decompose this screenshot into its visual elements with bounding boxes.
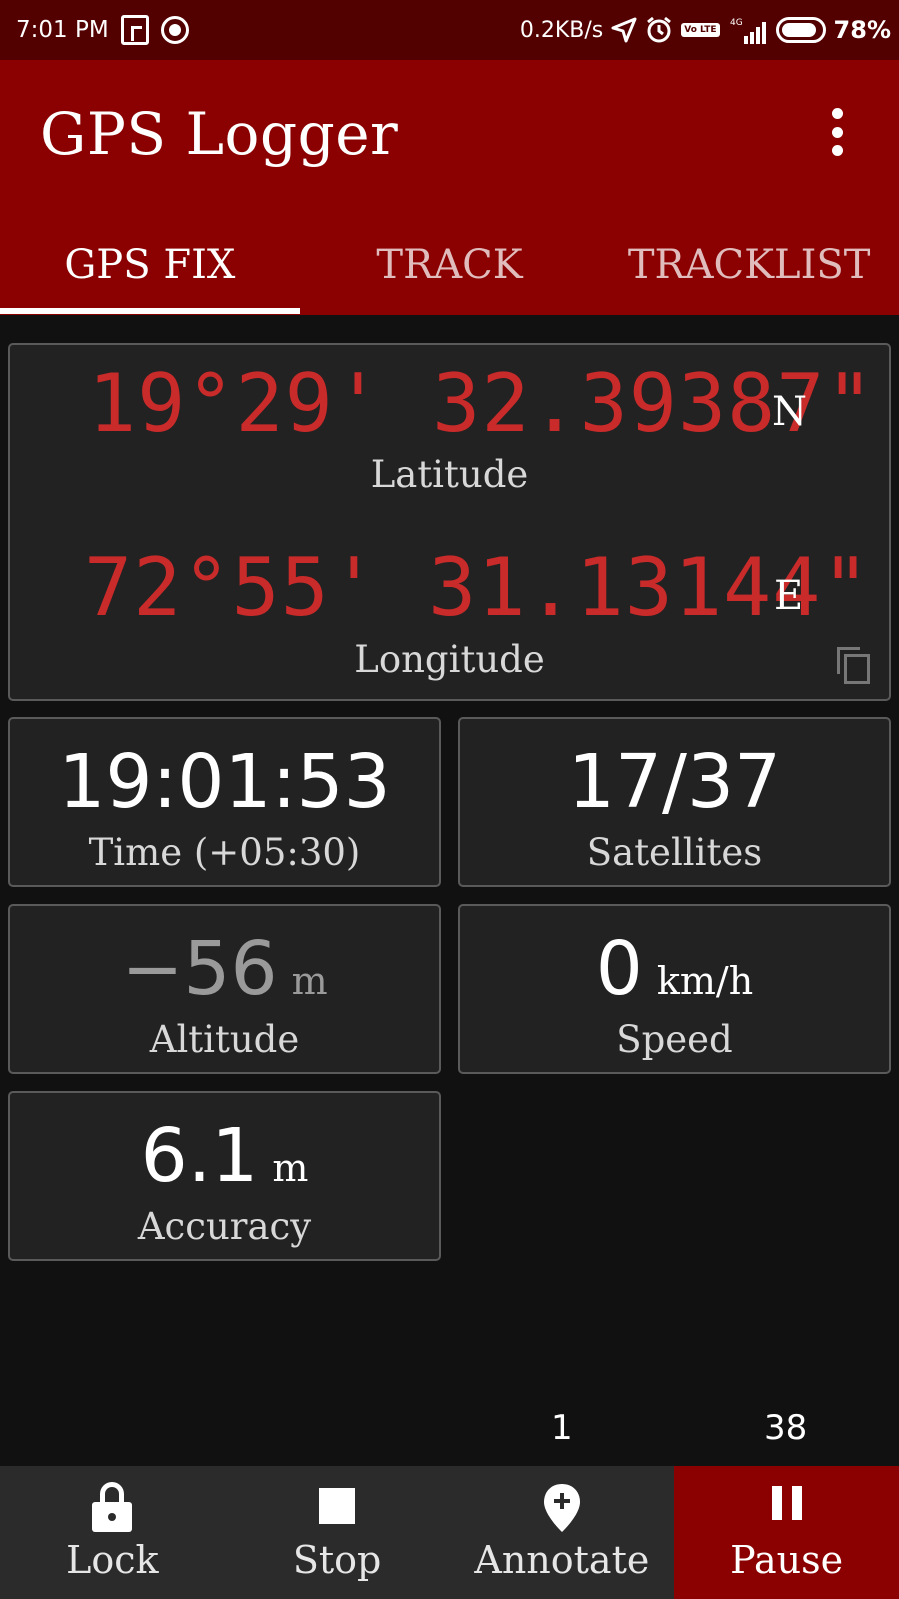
volte-icon: Vo LTE <box>681 23 720 37</box>
accuracy-value: 6.1 m <box>140 1113 309 1199</box>
tab-track[interactable]: TRACK <box>300 215 600 315</box>
time-card: 19:01:53 Time (+05:30) <box>8 717 441 887</box>
bottom-action-bar: Lock Stop Annotate Pause <box>0 1466 899 1599</box>
lock-icon <box>92 1482 133 1532</box>
speed-unit: km/h <box>656 959 754 1003</box>
accuracy-label: Accuracy <box>137 1205 312 1248</box>
satellites-value: 17/37 <box>567 739 782 825</box>
status-time: 7:01 PM <box>16 17 109 43</box>
latitude-label: Latitude <box>370 453 529 496</box>
trackpoint-counter: 38 <box>764 1408 808 1448</box>
time-label: Time (+05:30) <box>88 831 361 874</box>
tab-gps-fix[interactable]: GPS FIX <box>0 215 300 315</box>
battery-percent: 78% <box>833 16 891 44</box>
altitude-card: −56 m Altitude <box>8 904 441 1074</box>
stop-button[interactable]: Stop <box>225 1466 450 1599</box>
speed-value: 0 km/h <box>595 926 754 1012</box>
latitude-value: 19°29' 32.39387" <box>88 357 875 450</box>
tab-bar: GPS FIX TRACK TRACKLIST <box>0 215 899 315</box>
time-value: 19:01:53 <box>58 739 391 825</box>
latitude-hemisphere: N <box>772 389 807 435</box>
satellites-label: Satellites <box>586 831 763 874</box>
annotate-label: Annotate <box>474 1538 650 1582</box>
add-location-icon <box>542 1482 582 1534</box>
lock-button[interactable]: Lock <box>0 1466 225 1599</box>
accuracy-card: 6.1 m Accuracy <box>8 1091 441 1261</box>
tab-indicator <box>0 308 300 314</box>
altitude-unit: m <box>291 959 328 1003</box>
pause-label: Pause <box>730 1538 844 1582</box>
bag-icon <box>120 15 149 45</box>
coordinates-card: 19°29' 32.39387" N Latitude 72°55' 31.13… <box>8 343 891 701</box>
tab-tracklist[interactable]: TRACKLIST <box>599 215 899 315</box>
more-vert-icon[interactable] <box>825 108 849 156</box>
status-bar: 7:01 PM 0.2KB/s Vo LTE 4G 78% <box>0 0 899 60</box>
navigation-arrow-icon <box>611 17 637 43</box>
accuracy-unit: m <box>272 1146 309 1190</box>
copy-icon[interactable] <box>837 647 870 684</box>
lock-label: Lock <box>66 1538 159 1582</box>
network-speed: 0.2KB/s <box>519 17 604 43</box>
altitude-label: Altitude <box>149 1018 300 1061</box>
signal-icon: 4G <box>728 16 768 44</box>
stop-label: Stop <box>292 1538 382 1582</box>
speed-label: Speed <box>616 1018 733 1061</box>
app-bar: GPS Logger GPS FIX TRACK TRACKLIST <box>0 60 899 315</box>
longitude-label: Longitude <box>354 638 545 681</box>
pause-button[interactable]: Pause <box>674 1466 899 1599</box>
battery-icon <box>775 17 826 43</box>
longitude-hemisphere: E <box>774 573 804 619</box>
annotate-button[interactable]: Annotate <box>450 1466 675 1599</box>
stop-icon <box>319 1488 356 1524</box>
alarm-icon <box>645 16 673 44</box>
altitude-value: −56 m <box>121 926 328 1012</box>
svg-text:4G: 4G <box>730 18 743 28</box>
pause-icon <box>770 1482 804 1522</box>
app-title: GPS Logger <box>40 100 399 168</box>
location-target-icon <box>160 16 189 44</box>
satellites-card: 17/37 Satellites <box>458 717 891 887</box>
longitude-value: 72°55' 31.13144" <box>84 541 871 634</box>
speed-card: 0 km/h Speed <box>458 904 891 1074</box>
annotation-counter: 1 <box>551 1408 573 1448</box>
